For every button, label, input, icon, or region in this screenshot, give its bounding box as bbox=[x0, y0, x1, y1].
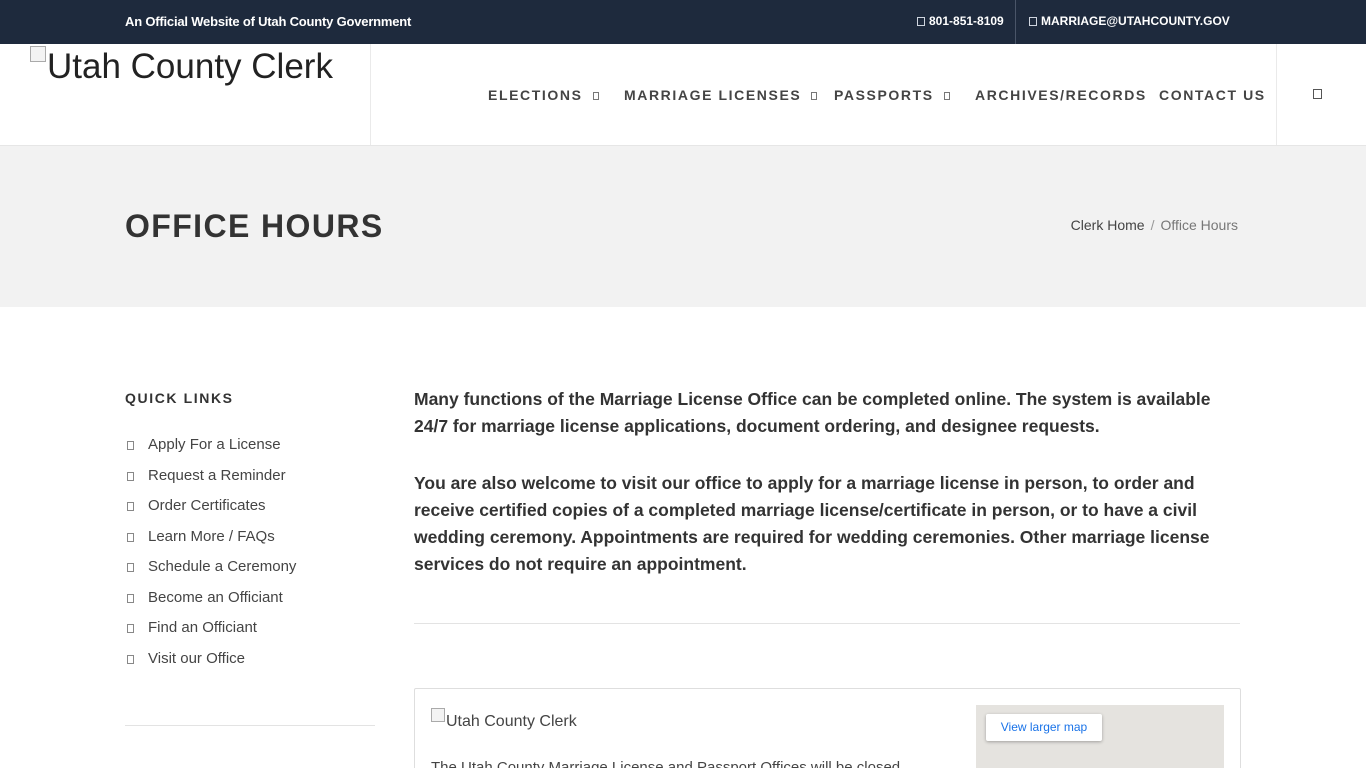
quick-link-ceremony[interactable]: Schedule a Ceremony bbox=[125, 558, 296, 589]
logo-alt-text: Utah County Clerk bbox=[47, 47, 333, 86]
chevron-right-icon bbox=[127, 593, 134, 603]
breadcrumb: Clerk Home / Office Hours bbox=[1071, 217, 1238, 233]
nav-passports[interactable]: PASSPORTS bbox=[834, 87, 950, 103]
search-icon[interactable] bbox=[1313, 89, 1322, 99]
chevron-right-icon bbox=[127, 624, 134, 633]
phone-number: 801-851-8109 bbox=[929, 14, 1004, 28]
quick-link-label: Learn More / FAQs bbox=[148, 527, 275, 545]
broken-image-icon bbox=[30, 46, 46, 62]
quick-link-visit-office[interactable]: Visit our Office bbox=[125, 650, 296, 681]
nav-marriage-licenses[interactable]: MARRIAGE LICENSES bbox=[624, 87, 818, 103]
quick-link-become-officiant[interactable]: Become an Officiant bbox=[125, 589, 296, 620]
card-image-alt: Utah County Clerk bbox=[446, 713, 577, 730]
embedded-map[interactable]: View larger map bbox=[976, 705, 1224, 768]
quick-link-label: Visit our Office bbox=[148, 649, 245, 667]
envelope-icon bbox=[1029, 17, 1037, 26]
visit-paragraph: You are also welcome to visit our office… bbox=[414, 473, 1210, 574]
phone-link[interactable]: 801-851-8109 bbox=[917, 14, 1004, 28]
quick-link-label: Apply For a License bbox=[148, 436, 281, 453]
broken-image-icon bbox=[431, 708, 445, 722]
quick-link-label: Request a Reminder bbox=[148, 466, 286, 484]
nav-contact-us[interactable]: CONTACT US bbox=[1159, 87, 1266, 103]
quick-link-faqs[interactable]: Learn More / FAQs bbox=[125, 528, 296, 559]
quick-link-reminder[interactable]: Request a Reminder bbox=[125, 467, 296, 498]
quick-link-find-officiant[interactable]: Find an Officiant bbox=[125, 619, 296, 650]
chevron-right-icon bbox=[127, 441, 134, 450]
nav-archives-records[interactable]: ARCHIVES/RECORDS bbox=[975, 87, 1147, 103]
chevron-down-icon bbox=[811, 92, 818, 100]
site-logo[interactable]: Utah County Clerk bbox=[30, 46, 333, 87]
site-header: Utah County Clerk ELECTIONS MARRIAGE LIC… bbox=[0, 44, 1366, 146]
quick-link-label: Schedule a Ceremony bbox=[148, 558, 297, 575]
view-larger-map-button[interactable]: View larger map bbox=[986, 714, 1102, 741]
sidebar-divider bbox=[125, 725, 375, 726]
quick-link-apply[interactable]: Apply For a License bbox=[125, 436, 296, 467]
office-info-card: Utah County Clerk The Utah County Marria… bbox=[414, 688, 1241, 768]
closure-notice: The Utah County Marriage License and Pas… bbox=[431, 759, 901, 768]
quick-links-list: Apply For a License Request a Reminder O… bbox=[125, 436, 296, 680]
top-bar: An Official Website of Utah County Gover… bbox=[0, 0, 1366, 44]
chevron-right-icon bbox=[127, 532, 134, 542]
card-image: Utah County Clerk bbox=[431, 708, 577, 731]
page-title-band: OFFICE HOURS Clerk Home / Office Hours bbox=[0, 146, 1366, 307]
phone-icon bbox=[917, 17, 925, 26]
chevron-right-icon bbox=[127, 471, 134, 481]
quick-links-title: QUICK LINKS bbox=[125, 390, 234, 406]
chevron-down-icon bbox=[592, 92, 599, 100]
quick-link-label: Become an Officiant bbox=[148, 588, 283, 606]
chevron-down-icon bbox=[943, 92, 950, 100]
nav-elections-label: ELECTIONS bbox=[488, 87, 583, 103]
email-address: MARRIAGE@UTAHCOUNTY.GOV bbox=[1041, 14, 1230, 28]
header-divider bbox=[370, 44, 371, 145]
breadcrumb-current: Office Hours bbox=[1160, 217, 1238, 233]
nav-passports-label: PASSPORTS bbox=[834, 87, 934, 103]
nav-elections[interactable]: ELECTIONS bbox=[488, 87, 599, 103]
chevron-right-icon bbox=[127, 654, 134, 664]
email-link[interactable]: MARRIAGE@UTAHCOUNTY.GOV bbox=[1029, 14, 1230, 28]
quick-link-label: Order Certificates bbox=[148, 497, 266, 514]
quick-link-certificates[interactable]: Order Certificates bbox=[125, 497, 296, 528]
page-title: OFFICE HOURS bbox=[125, 208, 384, 244]
topbar-divider bbox=[1015, 0, 1016, 44]
breadcrumb-separator: / bbox=[1150, 217, 1155, 233]
breadcrumb-home[interactable]: Clerk Home bbox=[1071, 217, 1145, 233]
quick-link-label: Find an Officiant bbox=[148, 619, 257, 636]
header-divider bbox=[1276, 44, 1277, 145]
nav-marriage-licenses-label: MARRIAGE LICENSES bbox=[624, 87, 802, 103]
official-website-text: An Official Website of Utah County Gover… bbox=[125, 14, 412, 29]
chevron-right-icon bbox=[127, 502, 134, 511]
content-divider bbox=[414, 623, 1240, 624]
intro-paragraph: Many functions of the Marriage License O… bbox=[414, 389, 1211, 436]
chevron-right-icon bbox=[127, 563, 134, 572]
